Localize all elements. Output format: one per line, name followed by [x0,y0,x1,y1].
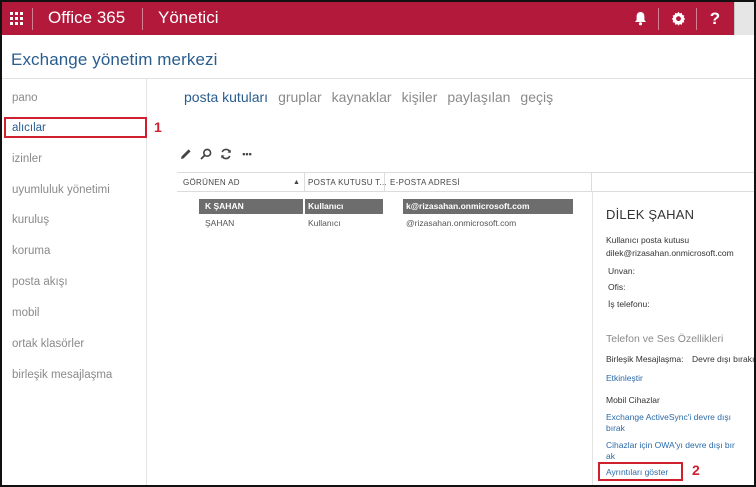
mobile-devices-section-title: Mobil Cihazlar [606,395,660,405]
enable-um-link[interactable]: Etkinleştir [606,373,746,384]
search-icon[interactable] [199,146,213,162]
callout-1: 1 [154,119,162,135]
tab-paylasilan[interactable]: paylaşılan [447,89,510,105]
column-divider[interactable] [304,173,305,192]
um-label: Birleşik Mesajlaşma: [606,354,684,364]
cell-email: @rizasahan.onmicrosoft.com [406,218,517,228]
cell-name: ŞAHAN [205,218,235,228]
nav-item-label: alıcılar [12,122,46,134]
gear-icon[interactable] [661,2,695,35]
nav-item-mobil[interactable]: mobil [12,307,39,319]
help-icon[interactable]: ? [698,2,732,35]
disable-owa-link[interactable]: Cihazlar için OWA'yı devre dışı bır ak [606,440,746,462]
page-title: Exchange yönetim merkezi [11,50,218,69]
show-details-label: Ayrıntıları göster [606,467,669,477]
divider [658,8,659,30]
details-name: DİLEK ŞAHAN [606,207,695,222]
details-title-label: Unvan: [608,266,635,276]
nav-item-posta-akisi[interactable]: posta akışı [12,276,68,288]
top-bar: Office 365 Yönetici ? [2,2,754,35]
nav-item-koruma[interactable]: koruma [12,245,50,257]
tab-gecis[interactable]: geçiş [520,89,553,105]
tab-gruplar[interactable]: gruplar [278,89,322,105]
app-title[interactable]: Office 365 [48,8,125,28]
um-value: Devre dışı bırakı [692,354,755,364]
tab-posta-kutulari[interactable]: posta kutuları [184,89,268,105]
tab-kisiler[interactable]: kişiler [402,89,438,105]
nav-item-uyumluluk[interactable]: uyumluluk yönetimi [12,184,110,196]
column-divider[interactable] [384,173,385,192]
details-phone-label: İş telefonu: [608,299,650,309]
avatar[interactable] [734,2,754,35]
table-row[interactable]: K ŞAHAN Kullanıcı k@rizasahan.onmicrosof… [177,199,592,214]
more-icon[interactable]: ••• [239,146,255,162]
tab-bar: posta kutuları gruplar kaynaklar kişiler… [184,89,553,105]
column-header-name[interactable]: GÖRÜNEN AD [183,178,240,187]
divider [32,8,33,30]
tab-kaynaklar[interactable]: kaynaklar [332,89,392,105]
refresh-icon[interactable] [219,146,233,162]
app-window: Office 365 Yönetici ? Exchange yönetim m… [0,0,756,487]
show-details-link[interactable]: Ayrıntıları göster [598,462,683,481]
toolbar: ••• [179,146,255,162]
sort-up-icon[interactable]: ▲ [293,179,300,186]
disable-activesync-link[interactable]: Exchange ActiveSync'i devre dışı bırak [606,412,741,434]
column-divider [591,173,592,192]
divider [696,8,697,30]
nav-item-kurulus[interactable]: kuruluş [12,214,49,226]
cell-email: k@rizasahan.onmicrosoft.com [406,201,530,211]
nav-item-alicilar[interactable]: alıcılar [4,117,147,138]
cell-type: Kullanıcı [308,218,341,228]
edit-icon[interactable] [179,146,193,162]
waffle-icon[interactable] [2,2,31,35]
nav-item-birlesik-mesajlasma[interactable]: birleşik mesajlaşma [12,369,112,381]
details-mailbox-type: Kullanıcı posta kutusu [606,235,690,245]
cell-name: K ŞAHAN [205,201,244,211]
divider [142,8,143,30]
table-header: GÖRÜNEN AD ▲ POSTA KUTUSU T... E-POSTA A… [177,172,754,192]
nav-item-ortak-klasorler[interactable]: ortak klasörler [12,338,84,350]
nav-item-pano[interactable]: pano [12,92,38,104]
details-office-label: Ofis: [608,282,626,292]
callout-2: 2 [692,462,700,478]
details-email: dilek@rizasahan.onmicrosoft.com [606,248,734,258]
details-pane: DİLEK ŞAHAN Kullanıcı posta kutusu dilek… [592,192,754,485]
phone-voice-section-title: Telefon ve Ses Özellikleri [606,333,724,345]
column-header-email[interactable]: E-POSTA ADRESİ [390,178,460,187]
section-title[interactable]: Yönetici [158,8,218,28]
cell-type: Kullanıcı [308,201,344,211]
table-row[interactable]: ŞAHAN Kullanıcı @rizasahan.onmicrosoft.c… [177,216,592,231]
column-header-type[interactable]: POSTA KUTUSU T... [308,178,387,187]
bell-icon[interactable] [623,2,657,35]
nav-item-izinler[interactable]: izinler [12,153,42,165]
